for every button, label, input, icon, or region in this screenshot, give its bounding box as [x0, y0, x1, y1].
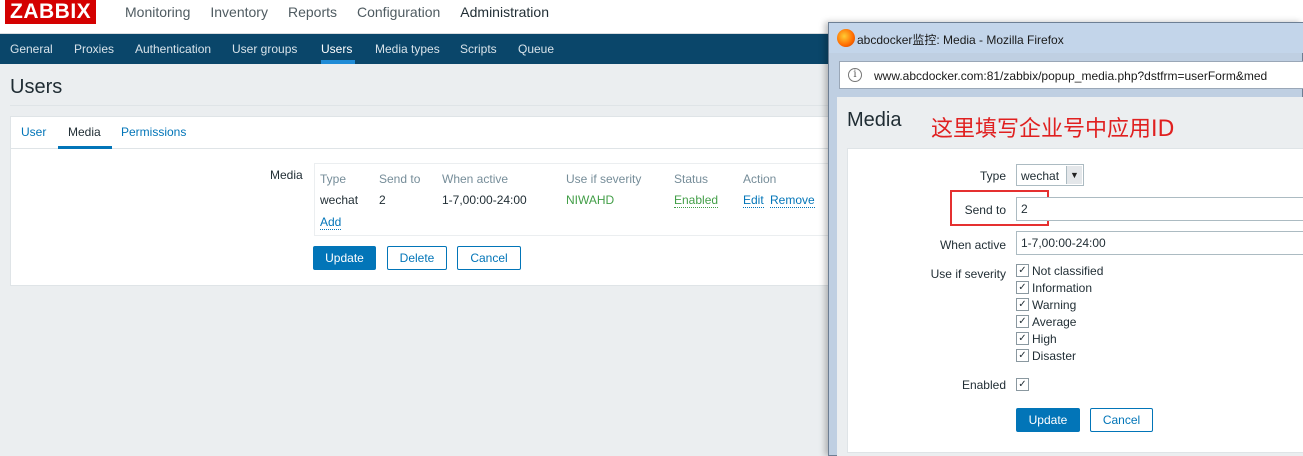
- type-label: Type: [979, 169, 1006, 183]
- severity-disaster-checkbox[interactable]: ✓: [1016, 349, 1029, 362]
- tabs-divider: [11, 148, 829, 149]
- media-label: Media: [270, 168, 303, 182]
- severity-average-checkbox[interactable]: ✓: [1016, 315, 1029, 328]
- user-form-panel: User Media Permissions Media Type Send t…: [10, 116, 830, 286]
- when-active-input[interactable]: [1016, 231, 1303, 255]
- severity-information-label: Information: [1032, 281, 1093, 295]
- media-edit-link[interactable]: Edit: [743, 193, 764, 208]
- column-header-send-to: Send to: [379, 172, 421, 186]
- tab-media[interactable]: Media: [68, 125, 101, 139]
- severity-not-classified-label: Not classified: [1032, 264, 1104, 278]
- column-header-severity: Use if severity: [566, 172, 642, 186]
- enabled-checkbox[interactable]: ✓: [1016, 378, 1029, 391]
- column-header-when-active: When active: [442, 172, 509, 186]
- enabled-label: Enabled: [961, 378, 1006, 392]
- media-row-status[interactable]: Enabled: [674, 193, 719, 208]
- severity-not-classified-checkbox[interactable]: ✓: [1016, 264, 1029, 277]
- tab-user[interactable]: User: [21, 125, 46, 139]
- url-text[interactable]: www.abcdocker.com:81/zabbix/popup_media.…: [874, 69, 1267, 83]
- severity-warning-label: Warning: [1032, 298, 1077, 312]
- main-menu: Monitoring Inventory Reports Configurati…: [125, 4, 569, 21]
- submenu-general[interactable]: General: [10, 42, 53, 56]
- popup-cancel-button[interactable]: Cancel: [1090, 408, 1153, 432]
- popup-update-button[interactable]: Update: [1016, 408, 1080, 432]
- url-bar[interactable]: i www.abcdocker.com:81/zabbix/popup_medi…: [839, 61, 1303, 89]
- delete-button[interactable]: Delete: [387, 246, 447, 270]
- severity-warning-checkbox[interactable]: ✓: [1016, 298, 1029, 311]
- submenu-media-types[interactable]: Media types: [375, 42, 440, 56]
- submenu-queue[interactable]: Queue: [518, 42, 554, 56]
- popup-content: Media 这里填写企业号中应用ID Type wechat ▼ Send to…: [837, 97, 1303, 456]
- page-title: Users: [10, 76, 63, 98]
- popup-window-title: abcdocker监控: Media - Mozilla Firefox: [857, 33, 1064, 47]
- type-select[interactable]: wechat ▼: [1016, 164, 1084, 186]
- media-row-send-to: 2: [379, 193, 386, 207]
- update-button[interactable]: Update: [313, 246, 376, 270]
- submenu-authentication[interactable]: Authentication: [135, 42, 211, 56]
- title-divider: [10, 105, 830, 106]
- cancel-button[interactable]: Cancel: [457, 246, 521, 270]
- send-to-label: Send to: [964, 203, 1006, 217]
- menu-inventory[interactable]: Inventory: [210, 4, 268, 21]
- severity-average-label: Average: [1032, 315, 1077, 329]
- type-select-value: wechat: [1021, 169, 1060, 183]
- info-icon[interactable]: i: [848, 68, 862, 82]
- submenu-users[interactable]: Users: [321, 42, 352, 56]
- menu-administration[interactable]: Administration: [460, 4, 549, 21]
- menu-configuration[interactable]: Configuration: [357, 4, 440, 21]
- column-header-action: Action: [743, 172, 777, 186]
- popup-titlebar[interactable]: abcdocker监控: Media - Mozilla Firefox: [829, 23, 1303, 53]
- severity-high-checkbox[interactable]: ✓: [1016, 332, 1029, 345]
- menu-reports[interactable]: Reports: [288, 4, 337, 21]
- annotation-text: 这里填写企业号中应用ID: [931, 117, 1175, 142]
- media-row-type: wechat: [320, 193, 359, 207]
- severity-high-label: High: [1032, 332, 1057, 346]
- zabbix-logo[interactable]: ZABBIX: [5, 0, 97, 24]
- column-header-type: Type: [320, 172, 347, 186]
- column-header-status: Status: [674, 172, 709, 186]
- active-submenu-indicator: [321, 60, 355, 64]
- chevron-down-icon[interactable]: ▼: [1066, 166, 1082, 184]
- active-tab-indicator: [58, 146, 112, 149]
- media-table: Type Send to When active Use if severity…: [314, 163, 829, 236]
- submenu-scripts[interactable]: Scripts: [460, 42, 497, 56]
- send-to-input[interactable]: [1016, 197, 1303, 221]
- media-row-severity: NIWAHD: [566, 193, 615, 207]
- media-popup-window: abcdocker监控: Media - Mozilla Firefox i w…: [828, 22, 1303, 456]
- severity-label: Use if severity: [930, 267, 1006, 281]
- tab-permissions[interactable]: Permissions: [121, 125, 186, 139]
- firefox-icon: [837, 29, 855, 47]
- submenu-user-groups[interactable]: User groups: [232, 42, 297, 56]
- when-active-label: When active: [939, 238, 1006, 252]
- menu-monitoring[interactable]: Monitoring: [125, 4, 190, 21]
- media-remove-link[interactable]: Remove: [770, 193, 815, 208]
- popup-heading: Media: [847, 109, 902, 131]
- severity-information-checkbox[interactable]: ✓: [1016, 281, 1029, 294]
- severity-disaster-label: Disaster: [1032, 349, 1077, 363]
- media-add-link[interactable]: Add: [320, 215, 342, 230]
- media-row-when-active: 1-7,00:00-24:00: [442, 193, 527, 207]
- submenu-proxies[interactable]: Proxies: [74, 42, 114, 56]
- media-form: Type wechat ▼ Send to When active Use if…: [847, 148, 1303, 453]
